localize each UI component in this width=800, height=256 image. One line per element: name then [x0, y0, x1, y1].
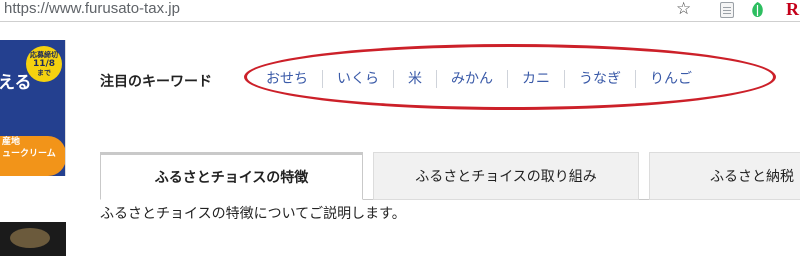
keyword-link[interactable]: うなぎ [564, 70, 635, 88]
side-banner-ad[interactable]: える 応募締切 11/8 まで 産地 ュークリーム [0, 40, 66, 176]
tab-description: ふるさとチョイスの特徴についてご説明します。 [100, 206, 406, 222]
keyword-link[interactable]: いくら [322, 70, 393, 88]
badge-line-3: まで [37, 69, 51, 77]
keyword-link[interactable]: みかん [436, 70, 507, 88]
keyword-link[interactable]: カニ [507, 70, 564, 88]
tab-furusato-nozei[interactable]: ふるさと納税 [649, 152, 800, 200]
badge-date: 11/8 [32, 59, 56, 69]
banner-orange-line-1: 産地 [2, 137, 21, 147]
tab-features[interactable]: ふるさとチョイスの特徴 [100, 152, 363, 200]
deadline-badge: 応募締切 11/8 まで [26, 46, 62, 82]
tab-initiatives[interactable]: ふるさとチョイスの取り組み [373, 152, 639, 200]
keyword-link[interactable]: りんご [635, 70, 706, 88]
rakuten-extension-icon[interactable]: R [786, 0, 799, 18]
banner-orange-text: 産地 ュークリーム [2, 136, 56, 160]
bookmark-star-icon[interactable]: ☆ [676, 0, 691, 18]
browser-toolbar: https://www.furusato-tax.jp ☆ R [0, 0, 800, 22]
side-thumbnail-image[interactable] [0, 222, 66, 256]
keywords-label: 注目のキーワード [100, 74, 212, 90]
address-bar[interactable]: https://www.furusato-tax.jp [0, 0, 180, 22]
note-extension-icon[interactable] [720, 2, 734, 18]
page: https://www.furusato-tax.jp ☆ R える 応募締切 … [0, 0, 800, 256]
keyword-list: おせち いくら 米 みかん カニ うなぎ りんご [252, 69, 706, 89]
evernote-extension-icon[interactable] [750, 1, 765, 19]
badge-line-1: 応募締切 [30, 51, 58, 59]
banner-orange-line-2: ュークリーム [2, 149, 56, 159]
keyword-link[interactable]: 米 [393, 70, 436, 88]
keyword-link[interactable]: おせち [252, 70, 322, 88]
